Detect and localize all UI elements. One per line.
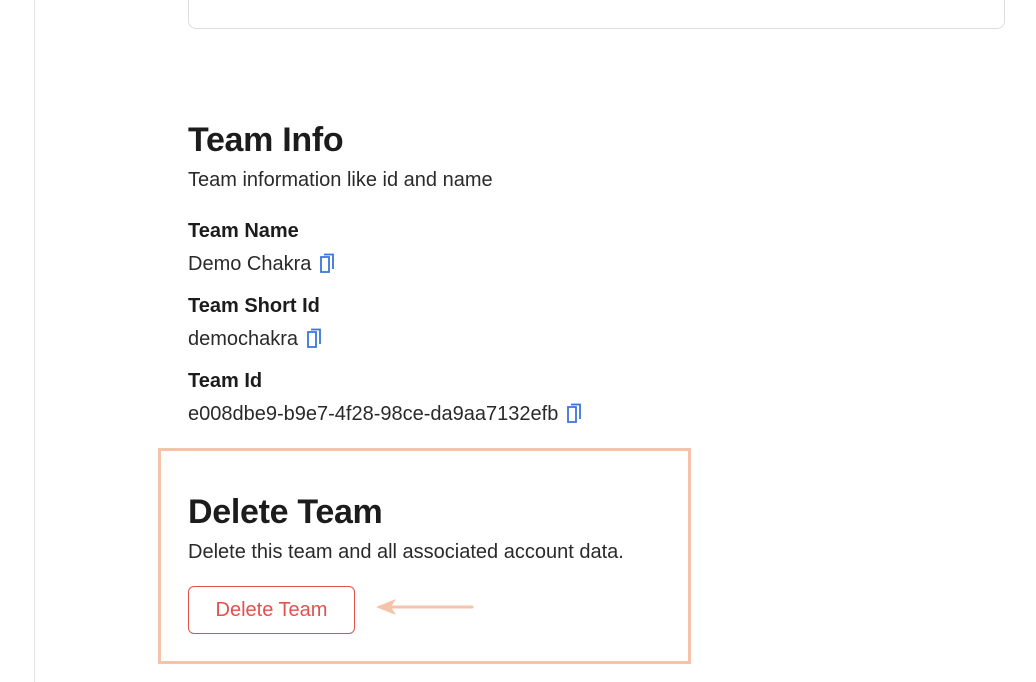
team-short-id-row: demochakra [188,327,323,351]
team-info-description: Team information like id and name [188,169,493,191]
team-id-row: e008dbe9-b9e7-4f28-98ce-da9aa7132efb [188,402,583,426]
copy-team-id-button[interactable] [565,403,583,425]
sidebar-divider [34,0,35,682]
copy-icon [567,403,582,423]
copy-icon [320,253,335,273]
team-name-value: Demo Chakra [188,253,312,275]
arrow-left-icon [376,599,474,615]
delete-team-title: Delete Team [188,493,383,531]
delete-team-description: Delete this team and all associated acco… [188,541,624,563]
team-short-id-value: demochakra [188,328,299,350]
delete-team-button[interactable]: Delete Team [188,586,355,634]
previous-section-card [188,0,1005,29]
team-name-label: Team Name [188,220,299,242]
team-name-row: Demo Chakra [188,252,336,276]
copy-icon [307,328,321,348]
copy-team-short-id-button[interactable] [305,328,323,350]
copy-team-name-button[interactable] [318,253,336,275]
team-id-value: e008dbe9-b9e7-4f28-98ce-da9aa7132efb [188,403,559,425]
team-id-label: Team Id [188,370,263,392]
team-short-id-label: Team Short Id [188,295,320,317]
team-info-title: Team Info [188,121,344,159]
